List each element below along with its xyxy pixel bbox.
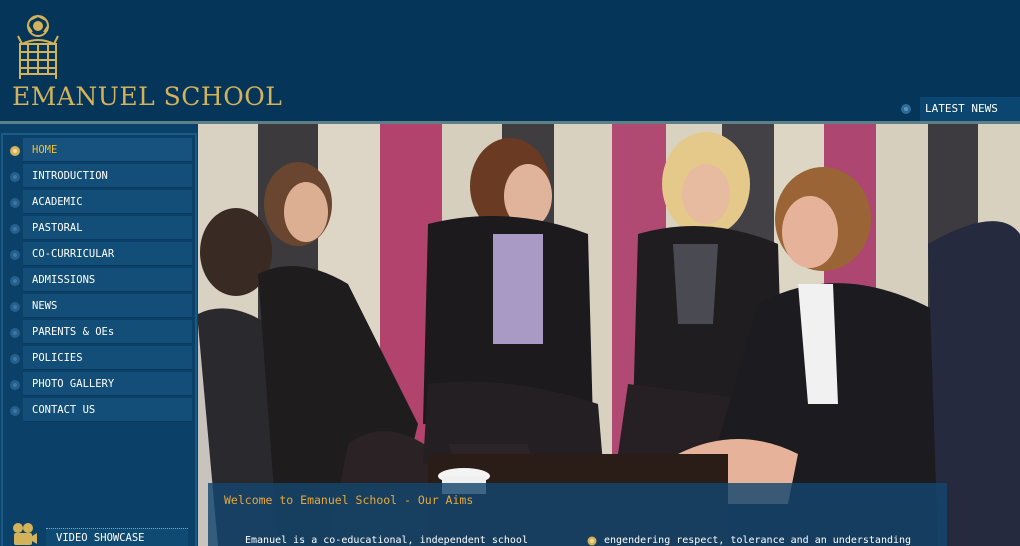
rose-bullet-icon	[10, 224, 20, 234]
nav-item-photo-gallery[interactable]: PHOTO GALLERY	[2, 372, 192, 397]
nav-item-label[interactable]: PHOTO GALLERY	[23, 372, 192, 396]
nav-item-label[interactable]: HOME	[23, 138, 192, 162]
school-name[interactable]: EMANUEL SCHOOL	[12, 82, 282, 111]
nav-item-contact-us[interactable]: CONTACT US	[2, 398, 192, 423]
nav-item-introduction[interactable]: INTRODUCTION	[2, 164, 192, 189]
nav-item-label[interactable]: POLICIES	[23, 346, 192, 370]
welcome-text-right: engendering respect, tolerance and an un…	[604, 535, 912, 546]
nav-item-label[interactable]: ADMISSIONS	[23, 268, 192, 292]
rose-bullet-icon	[10, 302, 20, 312]
nav-item-parents-oes[interactable]: PARENTS & OEs	[2, 320, 192, 345]
nav-item-news[interactable]: NEWS	[2, 294, 192, 319]
school-crest-icon[interactable]	[14, 12, 62, 80]
rose-bullet-icon	[10, 198, 20, 208]
nav-item-home[interactable]: HOME	[2, 138, 192, 163]
nav-item-pastoral[interactable]: PASTORAL	[2, 216, 192, 241]
site-header: EMANUEL SCHOOL LATEST NEWS	[0, 0, 1020, 124]
nav-item-label[interactable]: PASTORAL	[23, 216, 192, 240]
welcome-text-left: Emanuel is a co-educational, independent…	[245, 535, 528, 546]
welcome-panel: Welcome to Emanuel School - Our Aims Ema…	[208, 483, 947, 546]
nav-item-policies[interactable]: POLICIES	[2, 346, 192, 371]
rose-bullet-icon	[901, 104, 911, 114]
nav-item-co-curricular[interactable]: CO-CURRICULAR	[2, 242, 192, 267]
latest-news-tab[interactable]: LATEST NEWS	[920, 97, 1020, 121]
nav-item-label[interactable]: PARENTS & OEs	[23, 320, 192, 344]
rose-bullet-icon	[10, 250, 20, 260]
rose-bullet-icon	[10, 406, 20, 416]
rose-bullet-icon	[587, 536, 597, 546]
nav-item-label[interactable]: NEWS	[23, 294, 192, 318]
nav-item-admissions[interactable]: ADMISSIONS	[2, 268, 192, 293]
nav-item-academic[interactable]: ACADEMIC	[2, 190, 192, 215]
film-camera-icon	[13, 523, 37, 545]
nav-item-label[interactable]: INTRODUCTION	[23, 164, 192, 188]
rose-bullet-icon	[10, 146, 20, 156]
rose-bullet-icon	[10, 276, 20, 286]
rose-bullet-icon	[10, 328, 20, 338]
rose-bullet-icon	[10, 380, 20, 390]
nav-item-label[interactable]: CO-CURRICULAR	[23, 242, 192, 266]
welcome-title: Welcome to Emanuel School - Our Aims	[224, 493, 474, 507]
rose-bullet-icon	[10, 354, 20, 364]
nav-item-label[interactable]: CONTACT US	[23, 398, 192, 422]
rose-bullet-icon	[10, 172, 20, 182]
nav-item-label[interactable]: ACADEMIC	[23, 190, 192, 214]
video-showcase-link[interactable]: VIDEO SHOWCASE	[46, 528, 188, 546]
